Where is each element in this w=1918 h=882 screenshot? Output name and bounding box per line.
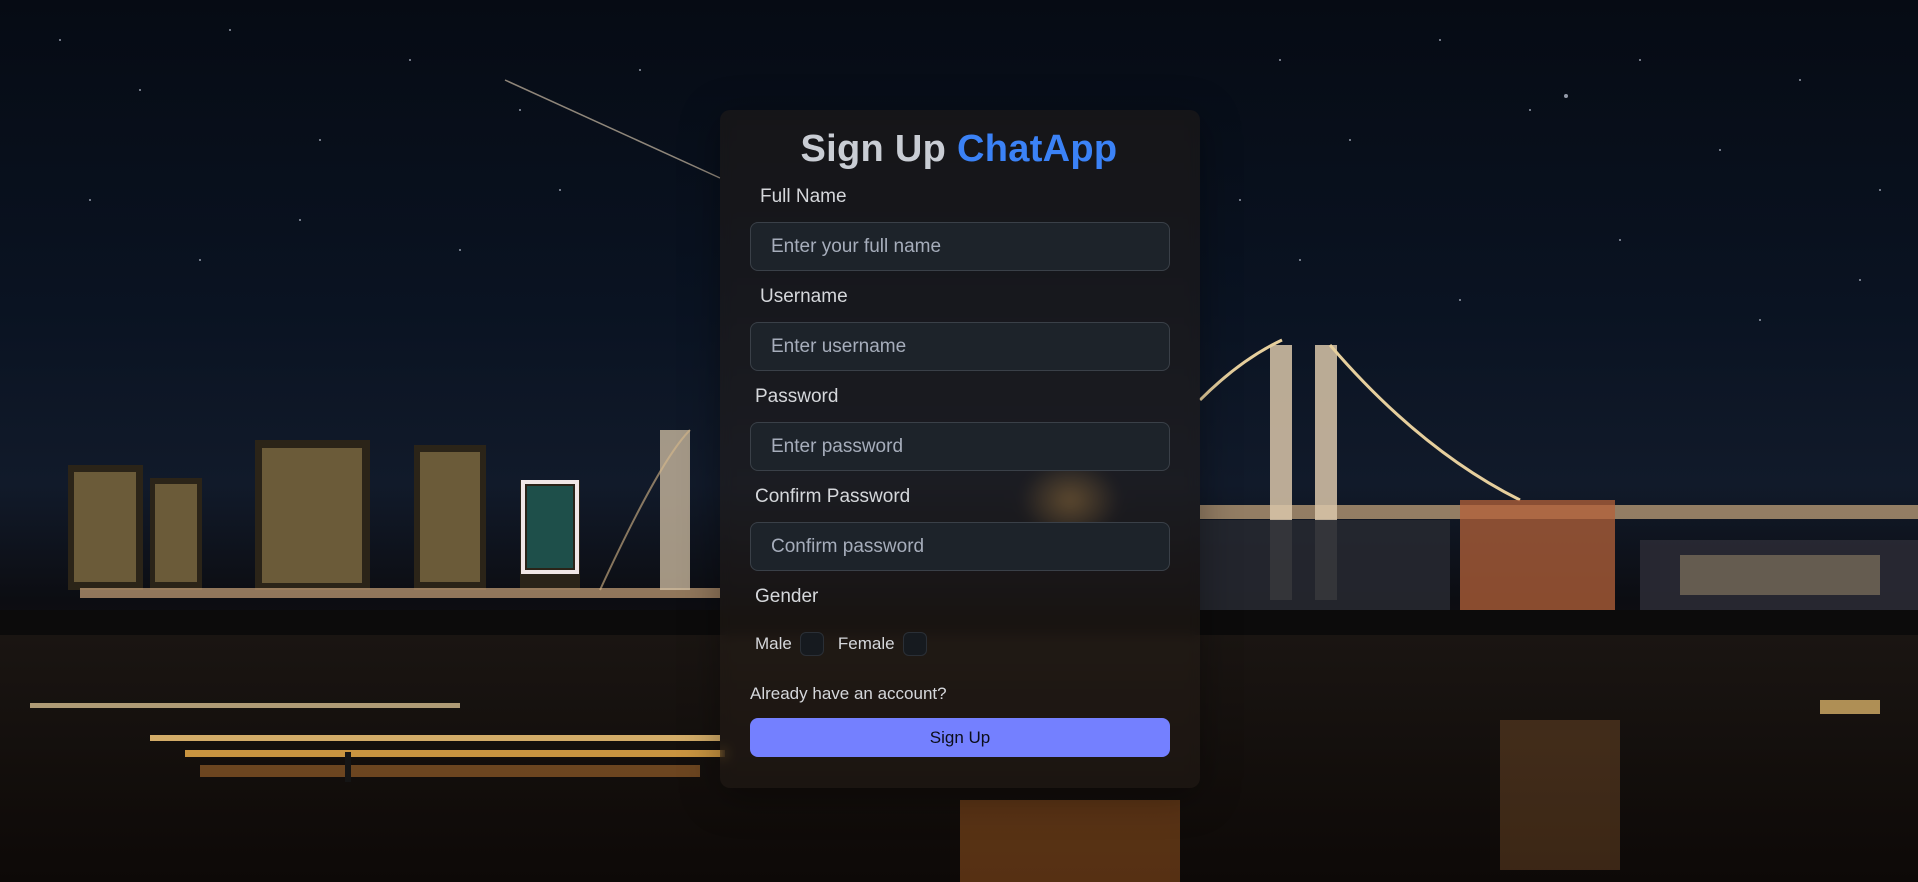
- username-input[interactable]: [750, 322, 1170, 371]
- username-label: Username: [760, 286, 848, 307]
- gender-male-label: Male: [755, 634, 792, 653]
- confirm-password-input[interactable]: [750, 522, 1170, 571]
- gender-label: Gender: [755, 586, 819, 607]
- full-name-input[interactable]: [750, 222, 1170, 271]
- gender-option-female: Female: [838, 632, 927, 656]
- password-label: Password: [755, 386, 839, 407]
- gender-female-label: Female: [837, 634, 895, 653]
- gender-option-male: Male: [755, 632, 824, 656]
- page-title: Sign Up ChatApp: [0, 128, 1918, 171]
- confirm-password-label: Confirm Password: [755, 486, 911, 507]
- gender-male-checkbox[interactable]: [799, 632, 824, 656]
- password-input[interactable]: [750, 422, 1170, 471]
- title-prefix: Sign Up: [800, 128, 947, 170]
- login-link[interactable]: Already have an account?: [750, 684, 947, 704]
- gender-options: Male Female: [755, 632, 941, 656]
- signup-page: Sign Up ChatApp Full Name Username Passw…: [0, 0, 1918, 882]
- signup-button[interactable]: Sign Up: [750, 718, 1170, 757]
- full-name-label: Full Name: [760, 186, 847, 207]
- gender-female-checkbox[interactable]: [902, 632, 927, 656]
- brand-name: ChatApp: [957, 128, 1118, 170]
